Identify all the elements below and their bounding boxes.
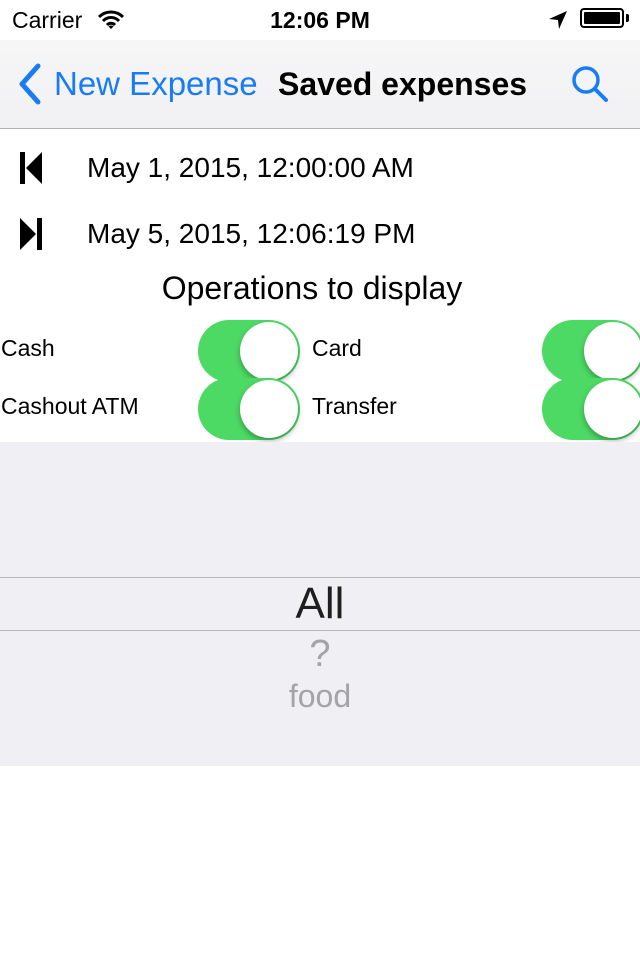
status-bar: Carrier 12:06 PM xyxy=(0,0,640,40)
picker-item[interactable]: food xyxy=(0,676,640,716)
end-date-row[interactable]: May 5, 2015, 12:06:19 PM xyxy=(0,204,640,264)
picker-item[interactable]: ? xyxy=(0,632,640,676)
picker-selected-item[interactable]: All xyxy=(0,578,640,630)
transfer-toggle[interactable] xyxy=(542,378,640,440)
toggle-knob xyxy=(240,380,298,438)
start-date-row[interactable]: May 1, 2015, 12:00:00 AM xyxy=(0,138,640,198)
location-arrow-icon xyxy=(549,11,567,29)
battery-icon xyxy=(580,8,624,28)
toggle-knob xyxy=(584,322,640,380)
picker-selection-bottom-line xyxy=(0,630,640,631)
back-button-label: New Expense xyxy=(54,65,258,102)
toggle-knob xyxy=(240,322,298,380)
search-icon[interactable] xyxy=(568,62,612,106)
skip-forward-icon xyxy=(20,218,42,250)
operation-label-card: Card xyxy=(312,335,362,361)
start-date: May 1, 2015, 12:00:00 AM xyxy=(87,152,414,183)
chevron-left-icon xyxy=(19,63,41,105)
skip-back-icon xyxy=(20,152,42,184)
page-title: Saved expenses xyxy=(278,66,528,102)
navigation-bar: New Expense Saved expenses xyxy=(0,40,640,129)
card-toggle[interactable] xyxy=(542,320,640,382)
toggle-knob xyxy=(584,380,640,438)
operation-label-cash: Cash xyxy=(1,335,55,361)
clock: 12:06 PM xyxy=(270,7,370,33)
back-button[interactable]: New Expense xyxy=(16,62,258,106)
operation-label-transfer: Transfer xyxy=(312,393,397,419)
operations-heading: Operations to display xyxy=(161,270,463,306)
category-picker[interactable]: All ? food xyxy=(0,442,640,766)
operation-label-cashout-atm: Cashout ATM xyxy=(1,393,139,419)
battery-tip xyxy=(626,14,629,22)
cash-toggle[interactable] xyxy=(198,320,300,382)
end-date: May 5, 2015, 12:06:19 PM xyxy=(87,218,416,249)
cashout-atm-toggle[interactable] xyxy=(198,378,300,440)
